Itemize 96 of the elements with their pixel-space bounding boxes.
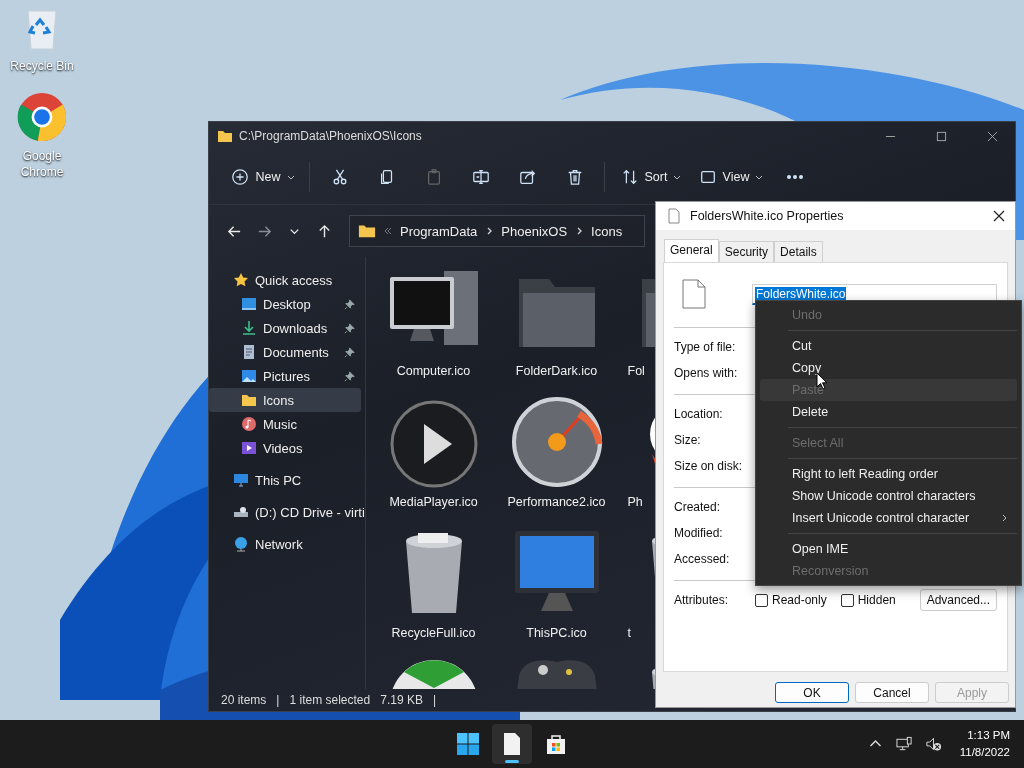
pin-icon[interactable] (344, 298, 355, 310)
file-name[interactable]: ThisPC.ico (504, 625, 609, 642)
sidebar-item[interactable]: Documents (209, 340, 361, 364)
file-name[interactable]: Performance2.ico (504, 494, 609, 511)
pin-icon[interactable] (344, 370, 355, 382)
maximize-icon[interactable] (936, 130, 947, 142)
tab[interactable]: General (664, 239, 719, 262)
file-icon (682, 279, 706, 309)
property-label: Location: (674, 407, 724, 421)
property-label: Opens with: (674, 366, 739, 380)
file-name[interactable]: RecycleFull.ico (381, 625, 486, 642)
menu-item[interactable]: Copy (760, 357, 1017, 379)
rename-icon (471, 168, 490, 186)
clock-time[interactable]: 1:13 PM (967, 727, 1010, 744)
file-name[interactable]: FolderDark.ico (504, 363, 609, 380)
status-text: 20 items (221, 693, 267, 707)
windows-icon (456, 732, 480, 756)
share-icon (518, 168, 537, 186)
attribute-checkbox[interactable]: Read-only (755, 593, 827, 607)
menu-item[interactable]: Cut (760, 335, 1017, 357)
network-icon (233, 536, 249, 552)
menu-item[interactable]: Delete (760, 401, 1017, 423)
chevron-icon (485, 227, 494, 235)
sidebar-item[interactable]: Desktop (209, 292, 361, 316)
sidebar-item[interactable]: Network (209, 532, 361, 556)
sidebar-item[interactable]: This PC (209, 468, 361, 492)
volume-muted-icon[interactable] (924, 736, 942, 752)
property-label: Modified: (674, 526, 724, 540)
property-label: Type of file: (674, 340, 737, 354)
folder-icon (241, 392, 257, 408)
sort-button[interactable]: Sort (611, 160, 691, 194)
property-label: Size on disk: (674, 459, 744, 473)
attribute-checkbox[interactable]: Hidden (840, 593, 896, 607)
chevron-icon (673, 173, 682, 181)
status-text: | (432, 693, 437, 707)
sidebar-item[interactable]: Downloads (209, 316, 361, 340)
network-icon[interactable] (895, 736, 913, 752)
file-icon (666, 208, 682, 224)
property-label: Attributes: (674, 593, 730, 607)
menu-item[interactable]: Open IME (760, 538, 1017, 560)
breadcrumb-item[interactable]: Icons (591, 223, 623, 239)
picture-icon (241, 368, 257, 384)
browser-icon[interactable] (17, 92, 67, 142)
file-app-button[interactable] (492, 724, 532, 764)
computer-icon (233, 472, 249, 488)
menu-item[interactable]: Show Unicode control characters (760, 485, 1017, 507)
star-icon (233, 272, 249, 288)
desktop-icon (241, 296, 257, 312)
status-text: 1 item selected (289, 693, 371, 707)
property-label: Accessed: (674, 552, 731, 566)
chevron-icon (286, 173, 295, 181)
folder-icon (217, 128, 233, 144)
breadcrumb-item[interactable]: ProgramData (400, 223, 478, 239)
video-icon (241, 440, 257, 456)
pin-icon[interactable] (344, 322, 355, 334)
address-bar[interactable]: ProgramData PhoenixOS Icons (349, 215, 645, 247)
chevron-icon (755, 173, 764, 181)
dialog-button[interactable]: Cancel (855, 682, 929, 703)
sidebar-item[interactable]: Videos (209, 436, 361, 460)
advanced-button[interactable]: Advanced... (919, 589, 997, 611)
overflow-icon (384, 227, 392, 235)
sidebar-item[interactable]: Pictures (209, 364, 361, 388)
chevron-icon (575, 227, 584, 235)
tab[interactable]: Details (774, 241, 823, 262)
breadcrumb-item[interactable]: PhoenixOS (501, 223, 568, 239)
dialog-title: FoldersWhite.ico Properties (690, 209, 844, 223)
property-label: Created: (674, 500, 722, 514)
sidebar-item[interactable]: Icons (209, 388, 361, 412)
scissors-icon (330, 168, 349, 186)
tab[interactable]: Security (718, 241, 775, 262)
property-label: Size: (674, 433, 702, 447)
new-button[interactable]: New (223, 160, 303, 194)
more-icon (786, 175, 803, 179)
menu-item[interactable]: Insert Unicode control character (760, 507, 1017, 529)
sidebar-item[interactable]: Music (209, 412, 361, 436)
download-icon (241, 320, 257, 336)
file-name[interactable]: Computer.ico (381, 363, 486, 380)
close-icon[interactable] (987, 130, 998, 142)
view-button[interactable]: View (691, 160, 771, 194)
store-icon (544, 732, 568, 756)
view-icon (698, 168, 717, 186)
dialog-button[interactable]: OK (775, 682, 849, 703)
document-icon (241, 344, 257, 360)
clock-date[interactable]: 11/8/2022 (959, 744, 1010, 761)
drive-icon (233, 504, 249, 520)
menu-item[interactable]: Right to left Reading order (760, 463, 1017, 485)
music-icon (241, 416, 257, 432)
chevron-icon (1001, 514, 1009, 522)
sidebar-item[interactable]: Quick access (209, 268, 361, 292)
plus-icon (231, 168, 250, 186)
pin-icon[interactable] (344, 346, 355, 358)
file-name[interactable]: MediaPlayer.ico (381, 494, 486, 511)
status-text: | (276, 693, 280, 707)
window-title: C:\ProgramData\PhoenixOS\Icons (239, 129, 422, 143)
close-icon[interactable] (993, 210, 1005, 222)
status-text: 7.19 KB (380, 693, 423, 707)
